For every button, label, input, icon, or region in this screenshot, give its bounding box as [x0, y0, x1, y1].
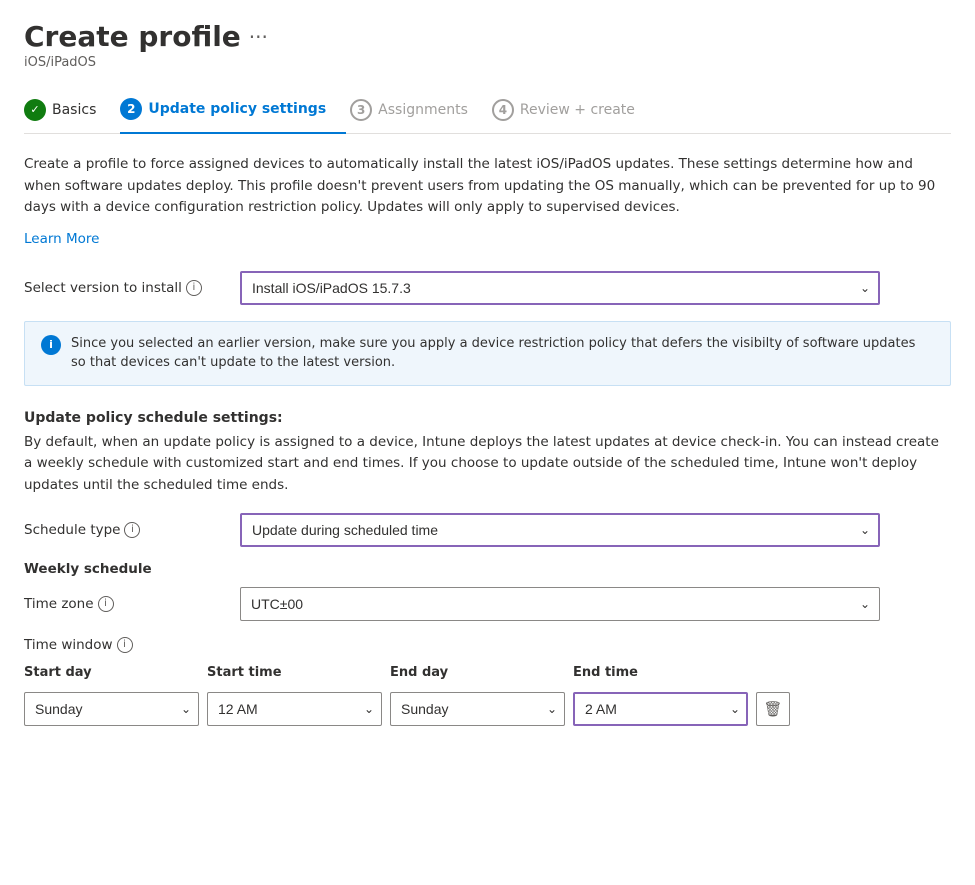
end-day-col-header: End day	[390, 665, 565, 684]
step-update-policy[interactable]: 2 Update policy settings	[120, 88, 346, 134]
description-text: Create a profile to force assigned devic…	[24, 154, 951, 219]
end-day-select[interactable]: Sunday	[390, 692, 565, 726]
step-basics-circle: ✓	[24, 99, 46, 121]
stepper: ✓ Basics 2 Update policy settings 3 Assi…	[24, 88, 951, 134]
step-review-create[interactable]: 4 Review + create	[492, 89, 655, 133]
title-text: Create profile	[24, 20, 241, 53]
time-zone-info-icon[interactable]: i	[98, 596, 114, 612]
start-time-select[interactable]: 12 AM	[207, 692, 382, 726]
schedule-type-label: Schedule type i	[24, 522, 224, 538]
weekly-schedule-label: Weekly schedule	[24, 561, 951, 577]
delete-icon: 🗑	[763, 700, 782, 718]
title-ellipsis[interactable]: ···	[249, 25, 268, 49]
info-banner-text: Since you selected an earlier version, m…	[71, 334, 934, 373]
step-assignments-circle: 3	[350, 99, 372, 121]
version-label: Select version to install i	[24, 280, 224, 296]
step-basics-label: Basics	[52, 102, 96, 118]
start-time-select-wrap: 12 AM ⌄	[207, 692, 382, 726]
page-subtitle: iOS/iPadOS	[24, 55, 951, 70]
start-day-col-header: Start day	[24, 665, 199, 684]
version-select[interactable]: Install iOS/iPadOS 15.7.3	[240, 271, 880, 305]
step-assignments-label: Assignments	[378, 102, 468, 118]
step-review-create-circle: 4	[492, 99, 514, 121]
time-zone-select[interactable]: UTC±00	[240, 587, 880, 621]
step-assignments[interactable]: 3 Assignments	[350, 89, 488, 133]
time-window-grid: Start day Start time End day End time Su…	[24, 665, 854, 726]
delete-row-button[interactable]: 🗑	[756, 692, 790, 726]
end-day-select-wrap: Sunday ⌄	[390, 692, 565, 726]
version-select-wrap: Install iOS/iPadOS 15.7.3 ⌄	[240, 271, 880, 305]
schedule-heading: Update policy schedule settings:	[24, 410, 951, 426]
time-zone-select-wrap: UTC±00 ⌄	[240, 587, 880, 621]
version-row: Select version to install i Install iOS/…	[24, 271, 951, 305]
step-review-create-label: Review + create	[520, 102, 635, 118]
step-update-policy-circle: 2	[120, 98, 142, 120]
schedule-type-select[interactable]: Update during scheduled time	[240, 513, 880, 547]
start-time-col-header: Start time	[207, 665, 382, 684]
info-banner-icon: i	[41, 335, 61, 355]
page-title: Create profile ···	[24, 20, 951, 53]
version-info-icon[interactable]: i	[186, 280, 202, 296]
end-time-select[interactable]: 2 AM	[573, 692, 748, 726]
time-window-info-icon[interactable]: i	[117, 637, 133, 653]
step-basics[interactable]: ✓ Basics	[24, 89, 116, 133]
end-time-select-wrap: 2 AM ⌄	[573, 692, 748, 726]
schedule-type-select-wrap: Update during scheduled time ⌄	[240, 513, 880, 547]
step-update-policy-label: Update policy settings	[148, 101, 326, 117]
end-time-col-header: End time	[573, 665, 748, 684]
schedule-type-info-icon[interactable]: i	[124, 522, 140, 538]
schedule-type-row: Schedule type i Update during scheduled …	[24, 513, 951, 547]
time-zone-label: Time zone i	[24, 596, 224, 612]
learn-more-link[interactable]: Learn More	[24, 231, 100, 247]
time-window-label: Time window i	[24, 637, 951, 653]
start-day-select[interactable]: Sunday	[24, 692, 199, 726]
time-zone-row: Time zone i UTC±00 ⌄	[24, 587, 951, 621]
schedule-desc: By default, when an update policy is ass…	[24, 432, 951, 497]
info-banner: i Since you selected an earlier version,…	[24, 321, 951, 386]
start-day-select-wrap: Sunday ⌄	[24, 692, 199, 726]
